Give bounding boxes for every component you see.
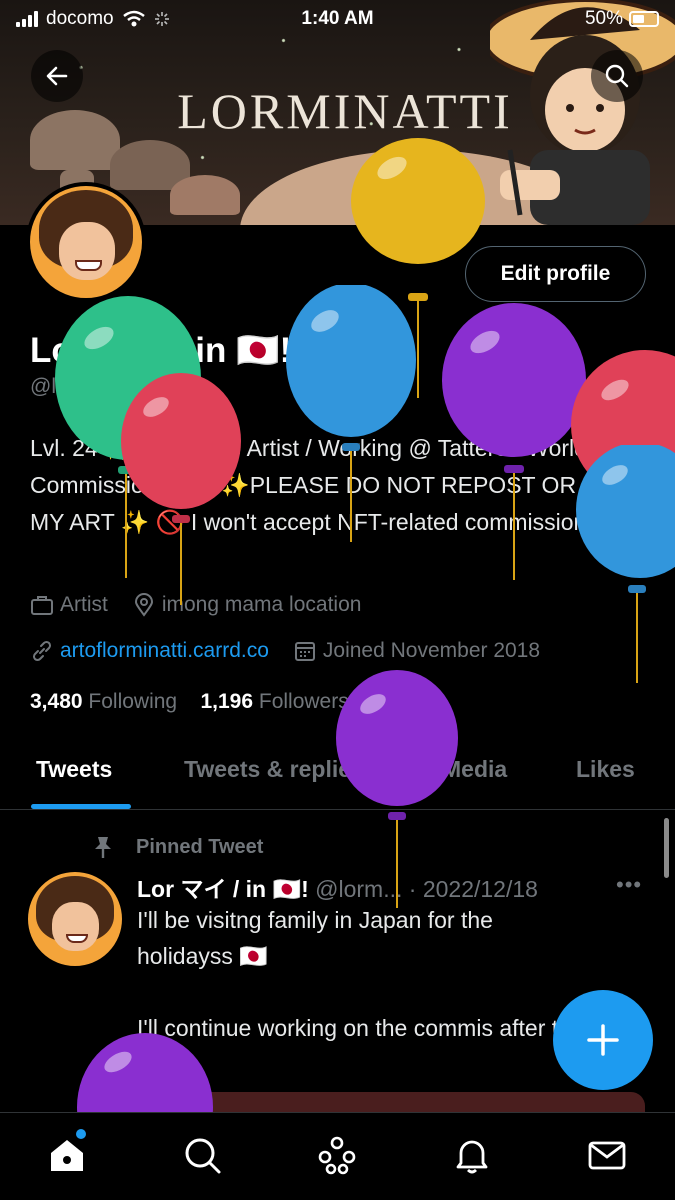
nav-search[interactable]	[182, 1135, 222, 1175]
spaces-icon	[318, 1136, 356, 1175]
tweet-author-name[interactable]: Lor マイ / in 🇯🇵!	[137, 876, 309, 902]
tweet-avatar[interactable]	[26, 870, 124, 968]
calendar-icon	[294, 642, 315, 661]
battery-group: 50%	[585, 8, 659, 30]
battery-percent: 50%	[584, 8, 623, 29]
blue-balloon	[576, 445, 675, 683]
edit-profile-button[interactable]: Edit profile	[465, 246, 646, 302]
purple-balloon	[336, 670, 458, 908]
compose-tweet-button[interactable]	[553, 990, 653, 1090]
more-options-icon[interactable]: •••	[616, 872, 642, 898]
red-balloon	[121, 373, 241, 605]
search-button[interactable]	[591, 50, 643, 102]
briefcase-icon	[31, 596, 53, 615]
bottom-nav-bar	[0, 1112, 675, 1200]
status-time: 1:40 AM	[301, 8, 374, 29]
mushroom-shape	[170, 175, 240, 215]
back-button[interactable]	[31, 50, 83, 102]
nav-messages[interactable]	[587, 1135, 627, 1175]
blue-balloon	[286, 285, 416, 542]
status-bar: docomo 1:40 AM 50%	[0, 0, 675, 40]
nav-home[interactable]	[47, 1129, 87, 1175]
following-link[interactable]: 3,480 Following	[30, 690, 177, 713]
search-icon	[605, 64, 629, 88]
nav-notifications[interactable]	[452, 1135, 492, 1175]
profile-avatar[interactable]	[26, 182, 146, 302]
mail-icon	[588, 1141, 626, 1170]
plus-icon	[587, 1024, 619, 1056]
search-icon	[185, 1138, 221, 1174]
tab-likes[interactable]: Likes	[576, 756, 635, 783]
nav-spaces[interactable]	[317, 1135, 357, 1175]
active-tab-indicator	[31, 804, 131, 809]
purple-balloon	[442, 303, 586, 580]
profession-label: Artist	[60, 593, 108, 616]
notification-dot	[76, 1129, 86, 1139]
link-icon	[32, 640, 52, 662]
bell-icon	[456, 1140, 488, 1174]
tab-tweets[interactable]: Tweets	[36, 756, 112, 783]
scrollbar[interactable]	[664, 818, 669, 878]
followers-link[interactable]: 1,196 Followers	[200, 690, 348, 713]
website-link[interactable]: artoflorminatti.carrd.co	[60, 639, 269, 663]
website-row: artoflorminatti.carrd.co Joined November…	[30, 639, 540, 663]
pinned-tweet-label: Pinned Tweet	[136, 835, 264, 858]
purple-balloon	[77, 1033, 213, 1112]
battery-icon	[629, 11, 659, 27]
arrow-left-icon	[46, 66, 68, 86]
home-icon	[51, 1140, 83, 1171]
follow-counts: 3,480 Following 1,196 Followers	[30, 690, 349, 714]
pinned-tweet-label-row: Pinned Tweet	[90, 834, 263, 860]
joined-date: Joined November 2018	[322, 639, 541, 662]
pin-icon	[95, 837, 111, 858]
